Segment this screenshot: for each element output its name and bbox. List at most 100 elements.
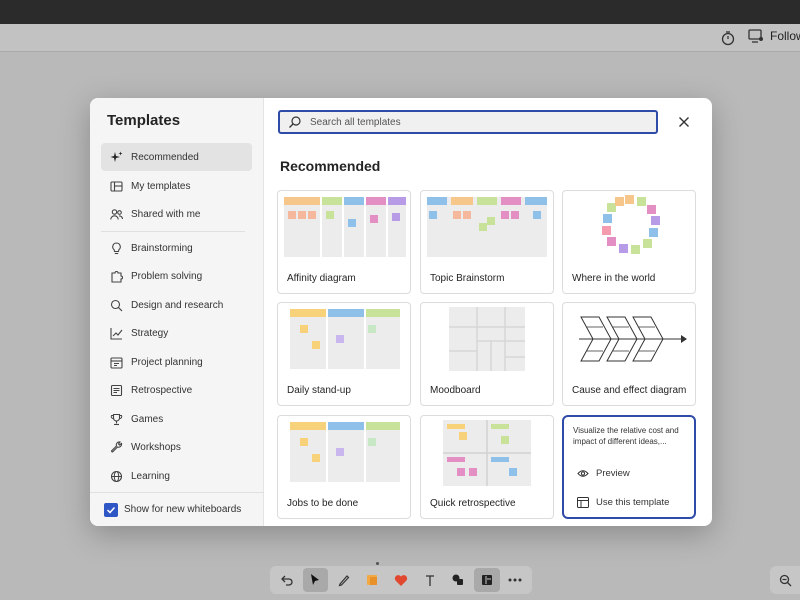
affinity-diagram-thumbnail: [284, 197, 406, 257]
select-tool-button[interactable]: [302, 568, 329, 592]
sidebar-item-recommended[interactable]: Recommended: [101, 143, 252, 171]
sidebar-item-brainstorming[interactable]: Brainstorming: [101, 234, 252, 262]
template-card-jobs-to-be-done[interactable]: Jobs to be done: [277, 415, 411, 519]
template-card-where-in-the-world[interactable]: Where in the world: [562, 190, 696, 294]
templates-dialog: Templates Recommended My templates Share…: [90, 98, 712, 526]
present-icon: [748, 29, 763, 43]
template-card-affinity-diagram[interactable]: Affinity diagram: [277, 190, 411, 294]
timer-icon[interactable]: [720, 30, 736, 46]
dialog-title: Templates: [107, 112, 181, 129]
template-search-input[interactable]: [310, 116, 640, 128]
close-button[interactable]: [675, 113, 693, 131]
sticky-note-tool-button[interactable]: [360, 568, 386, 592]
reactions-tool-button[interactable]: [388, 568, 414, 592]
template-description: Visualize the relative cost and impact o…: [573, 426, 679, 446]
text-icon: [425, 574, 434, 586]
template-search-box[interactable]: [278, 110, 658, 134]
pen-icon: [338, 575, 350, 587]
template-card-label: Quick retrospective: [430, 498, 516, 509]
show-for-new-whiteboards-checkbox[interactable]: [104, 502, 118, 517]
globe-icon: [110, 470, 123, 482]
sidebar-item-learning[interactable]: Learning: [101, 462, 252, 490]
template-card-label: Affinity diagram: [287, 273, 356, 284]
history-icon: [110, 384, 123, 396]
pen-tool-button[interactable]: [331, 568, 357, 592]
moodboard-thumbnail: [449, 307, 525, 371]
search-icon: [289, 116, 301, 128]
template-card-daily-stand-up[interactable]: Daily stand-up: [277, 302, 411, 406]
template-icon: [110, 180, 123, 192]
show-for-new-whiteboards-label: Show for new whiteboards: [124, 504, 242, 515]
sidebar-item-label: Learning: [131, 470, 170, 482]
templates-tool-button[interactable]: [473, 568, 500, 592]
sidebar-item-label: Strategy: [131, 327, 169, 339]
heart-icon: [394, 574, 408, 586]
section-title: Recommended: [280, 158, 381, 174]
sidebar-item-retrospective[interactable]: Retrospective: [101, 376, 252, 404]
template-card-label: Jobs to be done: [287, 498, 359, 509]
bottom-toolbar: [270, 566, 532, 594]
template-card-cause-and-effect-diagram[interactable]: Cause and effect diagram: [562, 302, 696, 406]
undo-button[interactable]: [274, 568, 300, 592]
sidebar-item-project-planning[interactable]: Project planning: [101, 348, 252, 376]
more-icon: [508, 578, 522, 582]
quick-retrospective-thumbnail: [443, 420, 531, 486]
undo-icon: [281, 575, 293, 586]
sidebar-item-problem-solving[interactable]: Problem solving: [101, 262, 252, 290]
zoom-button[interactable]: [770, 566, 800, 594]
shapes-tool-button[interactable]: [445, 568, 471, 592]
template-icon: [577, 497, 589, 508]
eye-icon: [577, 470, 589, 477]
sidebar-item-label: Project planning: [131, 356, 203, 368]
checkmark-icon: [106, 506, 116, 514]
cursor-icon: [311, 574, 320, 585]
sidebar-item-my-templates[interactable]: My templates: [101, 172, 252, 200]
sidebar-item-games[interactable]: Games: [101, 405, 252, 433]
close-icon: [679, 117, 689, 127]
wrench-icon: [110, 440, 123, 453]
sidebar-item-design-and-research[interactable]: Design and research: [101, 291, 252, 319]
lightbulb-icon: [112, 241, 121, 254]
template-card-label: Moodboard: [430, 385, 481, 396]
cause-and-effect-diagram-thumbnail: [579, 316, 687, 362]
search-icon: [110, 299, 123, 311]
topic-brainstorm-thumbnail: [427, 197, 547, 257]
window-titlebar: [0, 0, 800, 24]
preview-label: Preview: [596, 468, 630, 479]
jobs-to-be-done-thumbnail: [290, 422, 400, 482]
text-tool-button[interactable]: [417, 568, 443, 592]
template-card-topic-brainstorm[interactable]: Topic Brainstorm: [420, 190, 554, 294]
show-for-new-whiteboards-option: Show for new whiteboards: [90, 492, 264, 526]
template-card-hovered[interactable]: Visualize the relative cost and impact o…: [562, 415, 696, 519]
sidebar-item-label: Brainstorming: [131, 242, 193, 254]
use-this-template-button[interactable]: Use this template: [577, 497, 669, 508]
zoom-out-icon: [779, 574, 791, 586]
calendar-icon: [110, 356, 123, 369]
puzzle-icon: [111, 270, 123, 283]
sidebar-item-label: Retrospective: [131, 384, 193, 396]
sidebar-item-label: My templates: [131, 180, 191, 192]
trophy-icon: [110, 413, 123, 425]
toolbar-indicator-dot: [376, 562, 379, 565]
people-icon: [110, 208, 123, 220]
sidebar-divider: [101, 231, 245, 232]
preview-button[interactable]: Preview: [577, 468, 630, 479]
sidebar-item-strategy[interactable]: Strategy: [101, 319, 252, 347]
template-card-label: Daily stand-up: [287, 385, 351, 396]
use-this-template-label: Use this template: [596, 497, 670, 508]
template-card-label: Where in the world: [572, 273, 656, 284]
sidebar-item-shared-with-me[interactable]: Shared with me: [101, 200, 252, 228]
follow-label: Follow: [770, 29, 800, 43]
follow-button[interactable]: Follow: [748, 29, 800, 43]
sidebar-item-label: Design and research: [131, 299, 224, 311]
template-card-label: Topic Brainstorm: [430, 273, 505, 284]
template-card-quick-retrospective[interactable]: Quick retrospective: [420, 415, 554, 519]
sticky-note-icon: [367, 575, 378, 585]
sidebar-item-workshops[interactable]: Workshops: [101, 433, 252, 461]
template-card-label: Cause and effect diagram: [572, 385, 687, 396]
sidebar-item-label: Recommended: [131, 151, 199, 163]
sidebar-item-label: Games: [131, 413, 164, 425]
more-tools-button[interactable]: [503, 568, 529, 592]
template-card-moodboard[interactable]: Moodboard: [420, 302, 554, 406]
chart-line-icon: [110, 327, 123, 340]
